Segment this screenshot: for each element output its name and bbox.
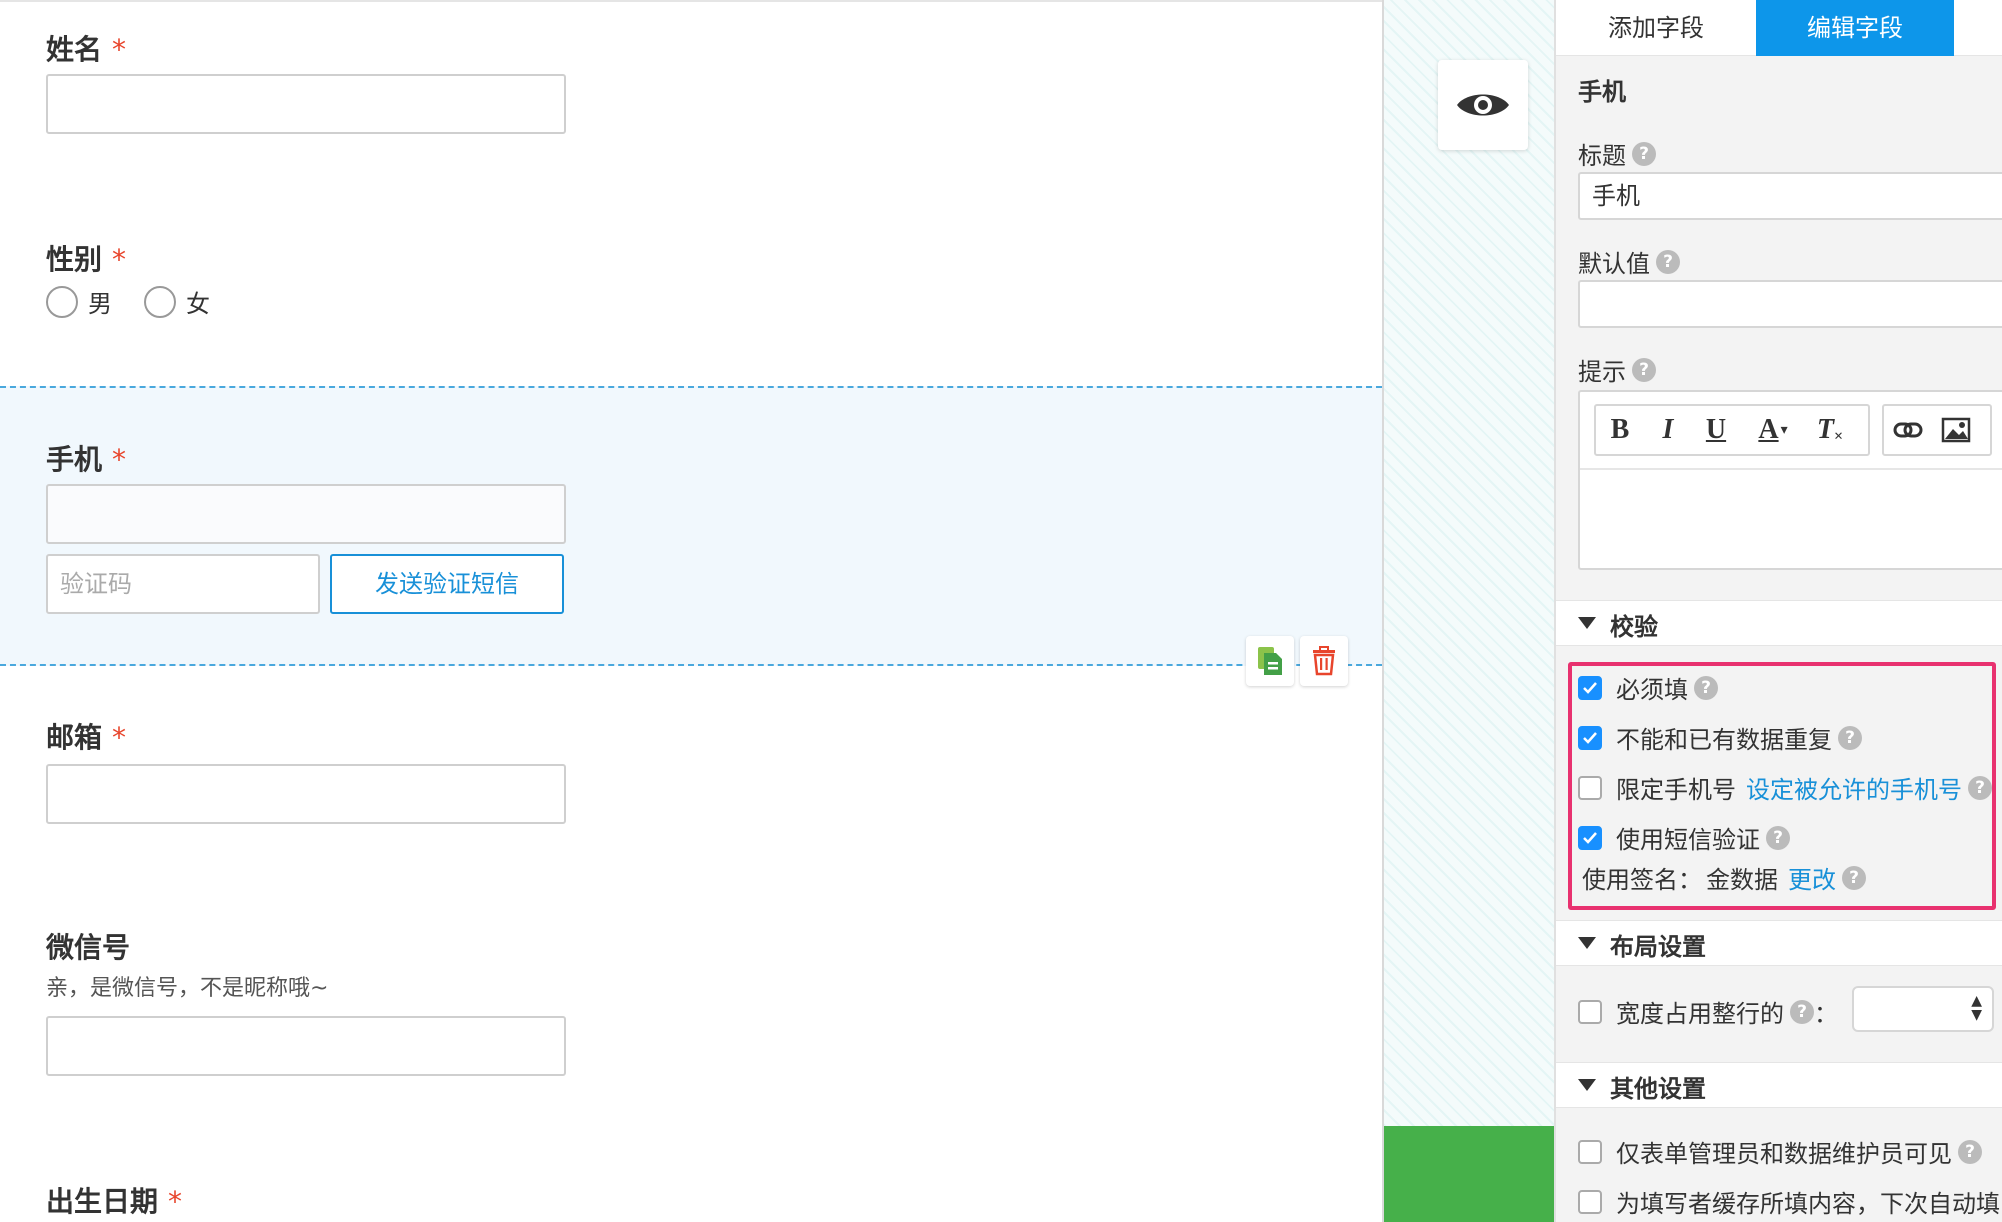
hint-rich-editor[interactable]: B I U A ▾ T × — [1578, 390, 2002, 570]
checkbox-limit-phone[interactable] — [1578, 775, 1602, 800]
checkbox-cache[interactable] — [1578, 1189, 1602, 1214]
section-other-header[interactable]: 其他设置 — [1556, 1062, 2002, 1108]
set-allowed-phones-link[interactable]: 设定被允许的手机号 — [1746, 770, 1962, 805]
help-icon[interactable]: ? — [1656, 249, 1680, 274]
check-icon — [1583, 731, 1597, 744]
tab-edit-field[interactable]: 编辑字段 — [1756, 0, 1954, 56]
radio-icon[interactable] — [144, 285, 176, 318]
triangle-down-icon — [1578, 1079, 1596, 1091]
field-type-title: 手机 — [1578, 78, 1626, 106]
form-canvas: 姓名 * 性别 * 男 女 手机 * 验证码 发送验证短信 邮箱 * 微信号 亲，是微信… — [0, 0, 1382, 1222]
wechat-input[interactable] — [46, 1016, 566, 1076]
gender-option-female[interactable]: 女 — [144, 284, 210, 319]
link-button[interactable] — [1884, 406, 1932, 454]
width-select[interactable]: ▲ ▼ — [1852, 986, 1994, 1032]
section-layout-header[interactable]: 布局设置 — [1556, 920, 2002, 966]
triangle-down-icon — [1578, 937, 1596, 949]
image-button[interactable] — [1932, 406, 1980, 454]
check-icon — [1583, 831, 1597, 844]
name-input[interactable] — [46, 74, 566, 134]
admin-only-option[interactable]: 仅表单管理员和数据维护员可见? — [1578, 1134, 1982, 1169]
title-label: 标题? — [1578, 136, 1656, 171]
help-icon[interactable]: ? — [1958, 1139, 1982, 1164]
help-icon[interactable]: ? — [1968, 775, 1992, 800]
link-icon — [1893, 422, 1923, 438]
help-icon[interactable]: ? — [1632, 357, 1656, 382]
section-validation-header[interactable]: 校验 — [1556, 600, 2002, 646]
image-icon — [1941, 417, 1971, 443]
wechat-description: 亲，是微信号，不是昵称哦~ — [46, 976, 329, 1001]
green-bar — [1384, 1126, 1556, 1222]
format-button-group: B I U A ▾ T × — [1594, 404, 1870, 456]
checkbox-admin-only[interactable] — [1578, 1139, 1602, 1164]
help-icon[interactable]: ? — [1838, 725, 1862, 750]
editor-toolbar: B I U A ▾ T × — [1580, 392, 2002, 470]
radio-icon[interactable] — [46, 285, 78, 318]
verification-code-input[interactable]: 验证码 — [46, 554, 320, 614]
change-signature-link[interactable]: 更改 — [1788, 860, 1836, 895]
help-icon[interactable]: ? — [1790, 999, 1814, 1024]
help-icon[interactable]: ? — [1632, 141, 1656, 166]
bold-button[interactable]: B — [1596, 406, 1644, 454]
font-color-button[interactable]: A ▾ — [1740, 406, 1806, 454]
underline-button[interactable]: U — [1692, 406, 1740, 454]
field-settings-panel: 添加字段 编辑字段 手机 标题? 手机 默认值? 提示? B I U A ▾ T × — [1554, 0, 2002, 1222]
panel-tabs: 添加字段 编辑字段 — [1556, 0, 2002, 56]
checkbox-required[interactable] — [1578, 675, 1602, 700]
full-width-option[interactable]: 宽度占用整行的?： — [1578, 994, 1838, 1029]
check-icon — [1583, 681, 1597, 694]
hint-label: 提示? — [1578, 352, 1656, 387]
required-option[interactable]: 必须填? — [1578, 670, 1718, 705]
copy-field-button[interactable] — [1246, 636, 1294, 686]
email-label: 邮箱 * — [46, 721, 127, 754]
required-star: * — [168, 1185, 183, 1218]
required-star: * — [112, 33, 127, 66]
signature-value: 金数据 — [1706, 866, 1778, 894]
title-input[interactable]: 手机 — [1578, 172, 2002, 220]
copy-icon — [1258, 647, 1282, 675]
delete-field-button[interactable] — [1300, 636, 1348, 686]
limit-phone-option[interactable]: 限定手机号 设定被允许的手机号? — [1578, 770, 1992, 805]
sms-verify-option[interactable]: 使用短信验证? — [1578, 820, 1790, 855]
send-sms-button[interactable]: 发送验证短信 — [330, 554, 564, 614]
unique-option[interactable]: 不能和已有数据重复? — [1578, 720, 1862, 755]
italic-button[interactable]: I — [1644, 406, 1692, 454]
help-icon[interactable]: ? — [1694, 675, 1718, 700]
wechat-label: 微信号 — [46, 931, 131, 964]
select-arrows-icon: ▲ ▼ — [1971, 993, 1982, 1023]
caret-down-icon: ▾ — [1780, 422, 1788, 438]
insert-button-group — [1882, 404, 1992, 456]
phone-label: 手机 * — [46, 443, 127, 476]
help-icon[interactable]: ? — [1766, 825, 1790, 850]
checkbox-full-width[interactable] — [1578, 999, 1602, 1024]
trash-icon — [1313, 646, 1335, 676]
clear-format-button[interactable]: T × — [1806, 406, 1854, 454]
default-value-label: 默认值? — [1578, 244, 1680, 279]
clear-x-icon: × — [1833, 428, 1844, 445]
gender-label: 性别 * — [46, 243, 127, 276]
checkbox-unique[interactable] — [1578, 725, 1602, 750]
phone-input[interactable] — [46, 484, 566, 544]
default-value-input[interactable] — [1578, 280, 2002, 328]
gender-option-male[interactable]: 男 — [46, 284, 112, 319]
checkbox-sms-verify[interactable] — [1578, 825, 1602, 850]
name-label: 姓名 * — [46, 33, 127, 66]
triangle-down-icon — [1578, 617, 1596, 629]
cache-option[interactable]: 为填写者缓存所填内容，下次自动填 — [1578, 1184, 2000, 1219]
email-input[interactable] — [46, 764, 566, 824]
help-icon[interactable]: ? — [1842, 865, 1866, 890]
preview-button[interactable] — [1438, 60, 1528, 150]
preview-column — [1382, 0, 1556, 1222]
birthday-label: 出生日期 * — [46, 1185, 183, 1218]
required-star: * — [112, 443, 127, 476]
tab-add-field[interactable]: 添加字段 — [1556, 0, 1756, 56]
sms-signature-row: 使用签名： 金数据 更改? — [1582, 860, 1866, 895]
required-star: * — [112, 721, 127, 754]
required-star: * — [112, 243, 127, 276]
gender-radio-group: 男 女 — [46, 284, 242, 319]
eye-icon — [1457, 94, 1509, 116]
